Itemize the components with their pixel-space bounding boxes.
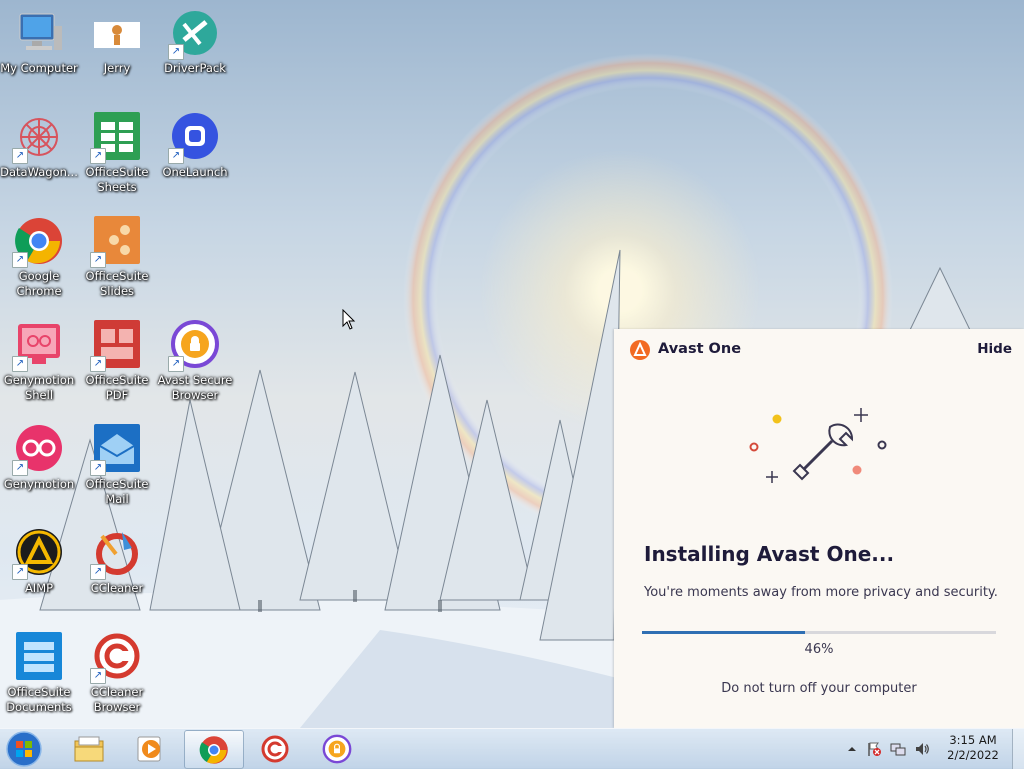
desktop-icon-officesuite-mail[interactable]: ↗ OfficeSuite Mail	[78, 424, 156, 507]
avast-installer-panel: Avast One Hide Installing Avast One... Y…	[614, 329, 1024, 728]
start-button[interactable]	[4, 730, 44, 768]
chrome-icon	[199, 735, 228, 764]
shortcut-arrow-icon: ↗	[168, 148, 184, 164]
computer-icon	[14, 8, 64, 58]
taskbar-media-player[interactable]	[122, 730, 180, 767]
desktop-icon-label: OfficeSuite Mail	[85, 477, 149, 506]
desktop-icon-google-chrome[interactable]: ↗ Google Chrome	[0, 216, 78, 299]
desktop-icon-onelaunch[interactable]: ↗ OneLaunch	[156, 112, 234, 180]
desktop-icon-label: CCleaner Browser	[90, 685, 144, 714]
desktop-icon-label: CCleaner	[90, 581, 144, 595]
install-progress-fill	[642, 631, 805, 634]
desktop-icon-label: My Computer	[0, 61, 78, 75]
hide-button[interactable]: Hide	[977, 341, 1012, 357]
desktop-icon-label: Google Chrome	[16, 269, 62, 298]
desktop-icon-label: DataWagon...	[0, 165, 78, 179]
desktop-icon-ccleaner[interactable]: ↗ CCleaner	[78, 528, 156, 596]
wrench-illustration-icon	[749, 408, 887, 483]
shortcut-arrow-icon: ↗	[168, 356, 184, 372]
desktop-icon-officesuite-pdf[interactable]: ↗ OfficeSuite PDF	[78, 320, 156, 403]
desktop-icon-my-computer[interactable]: My Computer	[0, 8, 78, 76]
shortcut-arrow-icon: ↗	[12, 252, 28, 268]
shortcut-arrow-icon: ↗	[90, 356, 106, 372]
onelaunch-icon: ↗	[168, 112, 220, 164]
windows-explorer-icon	[74, 736, 104, 761]
shortcut-arrow-icon: ↗	[12, 564, 28, 580]
do-not-turn-off-notice: Do not turn off your computer	[721, 681, 917, 696]
desktop-icon-avast-secure-browser[interactable]: ↗ Avast Secure Browser	[156, 320, 234, 403]
install-progress-bar	[642, 631, 996, 634]
install-progress-percent: 46%	[804, 642, 834, 657]
driverpack-icon: ↗	[168, 8, 220, 60]
desktop-icon-label: DriverPack	[164, 61, 226, 75]
shortcut-arrow-icon: ↗	[90, 252, 106, 268]
desktop-icon-genymotion-shell[interactable]: ↗ Genymotion Shell	[0, 320, 78, 403]
ccleaner-icon: ↗	[90, 528, 142, 580]
shortcut-arrow-icon: ↗	[90, 148, 106, 164]
shortcut-arrow-icon: ↗	[90, 460, 106, 476]
desktop-icon-driverpack[interactable]: ↗ DriverPack	[156, 8, 234, 76]
desktop-icon-label: OfficeSuite Documents	[6, 685, 72, 714]
desktop-icon-label: AIMP	[24, 581, 54, 595]
desktop-icon-label: OneLaunch	[162, 165, 228, 179]
network-icon[interactable]	[890, 741, 906, 757]
genymotion-icon: ↗	[12, 424, 64, 476]
media-player-icon	[137, 736, 161, 761]
avast-secure-browser-icon	[322, 734, 352, 763]
sheets-icon: ↗	[90, 112, 142, 164]
desktop-icon-datawagon[interactable]: ↗ DataWagon...	[0, 112, 78, 180]
shortcut-arrow-icon: ↗	[90, 564, 106, 580]
system-clock[interactable]: 3:15 AM 2/2/2022	[938, 733, 1008, 763]
desktop-icon-label: Genymotion Shell	[3, 373, 75, 402]
desktop-icon-label: OfficeSuite Slides	[85, 269, 149, 298]
desktop-icon-label: OfficeSuite Sheets	[85, 165, 149, 194]
datawagon-icon: ↗	[12, 112, 64, 164]
slides-icon: ↗	[90, 216, 142, 268]
show-desktop-button[interactable]	[1012, 729, 1024, 769]
action-center-flag-icon[interactable]	[866, 741, 882, 757]
ccleaner-browser-icon: ↗	[90, 632, 142, 684]
mail-icon: ↗	[90, 424, 142, 476]
avast-logo-icon	[630, 340, 650, 360]
avast-title: Avast One	[658, 341, 742, 357]
desktop-icon-genymotion[interactable]: ↗ Genymotion	[0, 424, 78, 492]
installing-heading: Installing Avast One...	[644, 542, 895, 566]
show-hidden-icons-icon[interactable]	[844, 741, 860, 757]
shortcut-arrow-icon: ↗	[12, 460, 28, 476]
shortcut-arrow-icon: ↗	[90, 668, 106, 684]
clock-date: 2/2/2022	[947, 748, 999, 762]
chrome-icon: ↗	[12, 216, 64, 268]
desktop-icon-officesuite-documents[interactable]: OfficeSuite Documents	[0, 632, 78, 715]
shortcut-arrow-icon: ↗	[168, 44, 184, 60]
genymotion-shell-icon: ↗	[12, 320, 64, 372]
shortcut-arrow-icon: ↗	[12, 148, 28, 164]
aimp-icon: ↗	[12, 528, 64, 580]
desktop-icon-label: Genymotion	[3, 477, 75, 491]
windows-logo-icon	[6, 731, 42, 767]
volume-icon[interactable]	[914, 741, 930, 757]
pdf-icon: ↗	[90, 320, 142, 372]
desktop-icon-label: OfficeSuite PDF	[85, 373, 149, 402]
jerry-icon	[92, 8, 142, 58]
desktop-icon-ccleaner-browser[interactable]: ↗ CCleaner Browser	[78, 632, 156, 715]
ccleaner-browser-icon	[261, 735, 289, 762]
desktop-icon-aimp[interactable]: ↗ AIMP	[0, 528, 78, 596]
taskbar-google-chrome[interactable]	[184, 730, 244, 769]
mouse-cursor-icon	[342, 309, 356, 330]
desktop-icon-jerry[interactable]: Jerry	[78, 8, 156, 76]
desktop-icon-officesuite-sheets[interactable]: ↗ OfficeSuite Sheets	[78, 112, 156, 195]
taskbar-avast-secure-browser[interactable]	[308, 730, 366, 767]
desktop-icon-officesuite-slides[interactable]: ↗ OfficeSuite Slides	[78, 216, 156, 299]
documents-icon	[14, 632, 64, 682]
desktop-icon-label: Jerry	[103, 61, 131, 75]
shortcut-arrow-icon: ↗	[12, 356, 28, 372]
taskbar-ccleaner-browser[interactable]	[246, 730, 304, 767]
avast-browser-icon: ↗	[168, 320, 220, 372]
desktop-icon-label: Avast Secure Browser	[157, 373, 233, 402]
installing-subtitle: You're moments away from more privacy an…	[644, 585, 998, 600]
taskbar: 3:15 AM 2/2/2022	[0, 728, 1024, 769]
taskbar-windows-explorer[interactable]	[60, 730, 118, 767]
clock-time: 3:15 AM	[949, 733, 997, 747]
